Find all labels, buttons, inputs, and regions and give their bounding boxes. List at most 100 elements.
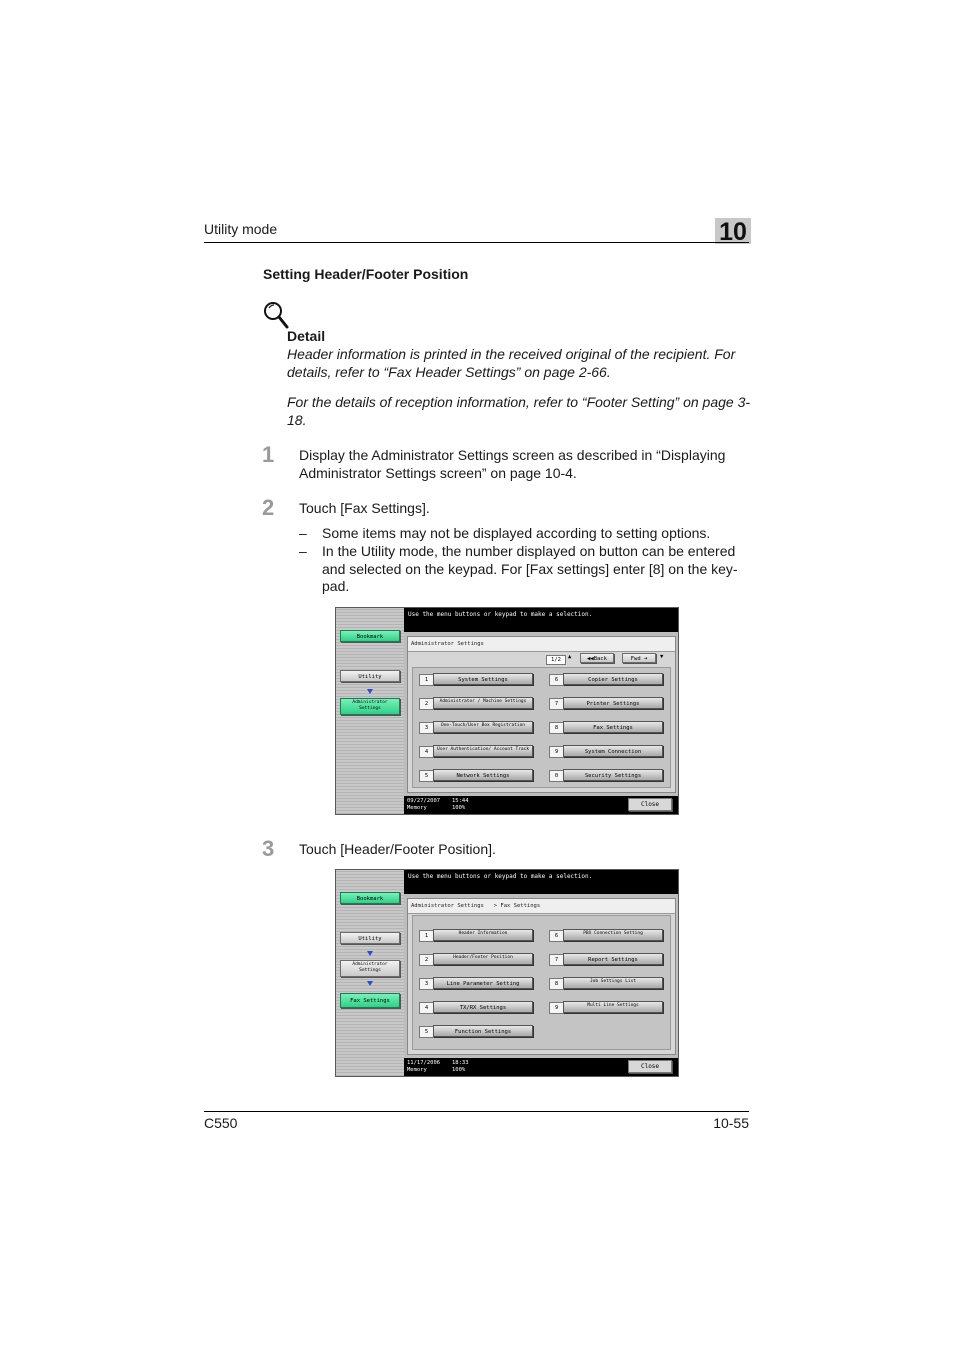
header-footer-position-button[interactable]: Header/Footer Position <box>433 953 533 965</box>
admin-settings-button[interactable]: Administrator Settings <box>340 960 400 977</box>
multi-line-settings-button[interactable]: Multi Line Settings <box>563 1001 663 1013</box>
detail-paragraph: For the details of reception information… <box>287 394 751 428</box>
fax-settings-screen: Bookmark Utility Administrator Settings … <box>335 869 679 1077</box>
close-button[interactable]: Close <box>628 1060 672 1073</box>
step-number: 2 <box>262 495 275 520</box>
main-panel: Administrator Settings > Fax Settings 1 … <box>407 898 676 1055</box>
menu-number: 6 <box>549 674 564 686</box>
step-text: Display the Administrator Settings scree… <box>299 447 726 481</box>
bullet-text: In the Utility mode, the number displaye… <box>322 543 738 594</box>
pbx-connection-button[interactable]: PBX Connection Setting <box>563 929 663 941</box>
menu-panel: 1 Header Information 2 Header/Footer Pos… <box>412 915 671 1050</box>
running-header: Utility mode <box>204 221 278 237</box>
status-bar: 11/17/2006 Memory 18:33 100% Close <box>404 1058 678 1076</box>
page-up-icon[interactable]: ▲ <box>568 654 571 660</box>
header-rule <box>204 242 749 243</box>
section-title: Setting Header/Footer Position <box>263 266 469 282</box>
time-memory: 18:33 100% <box>452 1060 469 1073</box>
screen-sidebar: Bookmark Utility Administrator Settings <box>336 608 404 814</box>
function-settings-button[interactable]: Function Settings <box>433 1025 533 1037</box>
footer-rule <box>204 1111 749 1112</box>
date-memory: 09/27/2007 Memory <box>407 798 440 811</box>
security-settings-button[interactable]: Security Settings <box>563 769 663 781</box>
copier-settings-button[interactable]: Copier Settings <box>563 673 663 685</box>
breadcrumb: Administrator Settings > Fax Settings <box>408 899 675 914</box>
main-panel: Administrator Settings 1/2 ▲ ◀◀Back Fwd … <box>407 636 676 793</box>
memory-value: 100% <box>452 804 466 811</box>
time-value: 15:44 <box>452 798 469 804</box>
bullet-dash: – <box>299 525 307 541</box>
date-value: 09/27/2007 <box>407 798 441 804</box>
machine-settings-button[interactable]: Administrator / Machine Settings <box>433 697 533 709</box>
menu-number: 2 <box>419 954 434 966</box>
footer-page-number: 10-55 <box>713 1115 749 1131</box>
menu-number: 1 <box>419 930 434 942</box>
menu-number: 3 <box>419 722 434 734</box>
forward-arrow-icon: ➜ <box>643 656 648 662</box>
printer-settings-button[interactable]: Printer Settings <box>563 697 663 709</box>
back-button[interactable]: ◀◀Back <box>580 653 614 663</box>
detail-paragraph: Header information is printed in the rec… <box>287 346 736 380</box>
fax-settings-button[interactable]: Fax Settings <box>563 721 663 733</box>
utility-button[interactable]: Utility <box>340 932 400 944</box>
header-information-button[interactable]: Header Information <box>433 929 533 941</box>
menu-number: 8 <box>549 722 564 734</box>
back-arrow-icon: ◀◀ <box>587 656 594 662</box>
step-text: Touch [Header/Footer Position]. <box>299 841 496 857</box>
memory-label: Memory <box>407 1066 427 1073</box>
menu-number: 7 <box>549 954 564 966</box>
bookmark-button[interactable]: Bookmark <box>340 630 400 642</box>
magnifier-icon <box>264 302 289 329</box>
memory-label: Memory <box>407 804 427 811</box>
message-bar: Use the menu buttons or keypad to make a… <box>404 608 678 632</box>
admin-settings-button[interactable]: Administrator Settings <box>340 698 400 715</box>
admin-settings-screen: Bookmark Utility Administrator Settings … <box>335 607 679 815</box>
menu-number: 8 <box>549 978 564 990</box>
step-number: 1 <box>262 442 275 467</box>
date-value: 11/17/2006 <box>407 1060 441 1066</box>
arrow-down-icon <box>367 981 373 986</box>
network-settings-button[interactable]: Network Settings <box>433 769 533 781</box>
utility-button[interactable]: Utility <box>340 670 400 682</box>
bookmark-button[interactable]: Bookmark <box>340 892 400 904</box>
user-auth-button[interactable]: User Authentication/ Account Track <box>433 745 533 757</box>
menu-number: 1 <box>419 674 434 686</box>
arrow-down-icon <box>367 951 373 956</box>
time-memory: 15:44 100% <box>452 798 469 811</box>
breadcrumb: Administrator Settings <box>408 637 675 652</box>
line-parameter-button[interactable]: Line Parameter Setting <box>433 977 533 989</box>
forward-button[interactable]: Fwd ➜ <box>622 653 656 663</box>
chapter-number: 10 <box>715 218 751 246</box>
fax-settings-button[interactable]: Fax Settings <box>340 993 400 1008</box>
menu-number: 6 <box>549 930 564 942</box>
system-settings-button[interactable]: System Settings <box>433 673 533 685</box>
bullet-dash: – <box>299 543 307 559</box>
footer-model: C550 <box>204 1115 238 1131</box>
forward-label: Fwd <box>630 656 641 662</box>
message-bar: Use the menu buttons or keypad to make a… <box>404 870 678 894</box>
bullet-item: – In the Utility mode, the number displa… <box>299 543 749 597</box>
menu-number: 7 <box>549 698 564 710</box>
bullet-text: Some items may not be displayed accordin… <box>322 525 711 541</box>
menu-number: 2 <box>419 698 434 710</box>
menu-number: 3 <box>419 978 434 990</box>
menu-number: 0 <box>549 770 564 782</box>
menu-number: 5 <box>419 770 434 782</box>
job-settings-list-button[interactable]: Job Settings List <box>563 977 663 989</box>
time-value: 18:33 <box>452 1060 469 1066</box>
menu-number: 5 <box>419 1026 434 1038</box>
close-button[interactable]: Close <box>628 798 672 811</box>
page-down-icon[interactable]: ▼ <box>660 654 663 660</box>
page-indicator: 1/2 <box>546 655 566 665</box>
registration-button[interactable]: One-Touch/User Box Registration <box>433 721 533 733</box>
menu-panel: 1 System Settings 2 Administrator / Mach… <box>412 667 671 788</box>
bullet-item: – Some items may not be displayed accord… <box>299 525 749 543</box>
menu-number: 9 <box>549 1002 564 1014</box>
screen-sidebar: Bookmark Utility Administrator Settings … <box>336 870 404 1076</box>
detail-label: Detail <box>287 328 326 344</box>
step-text: Touch [Fax Settings]. <box>299 500 430 516</box>
system-connection-button[interactable]: System Connection <box>563 745 663 757</box>
tx-rx-settings-button[interactable]: TX/RX Settings <box>433 1001 533 1013</box>
menu-number: 4 <box>419 746 434 758</box>
report-settings-button[interactable]: Report Settings <box>563 953 663 965</box>
